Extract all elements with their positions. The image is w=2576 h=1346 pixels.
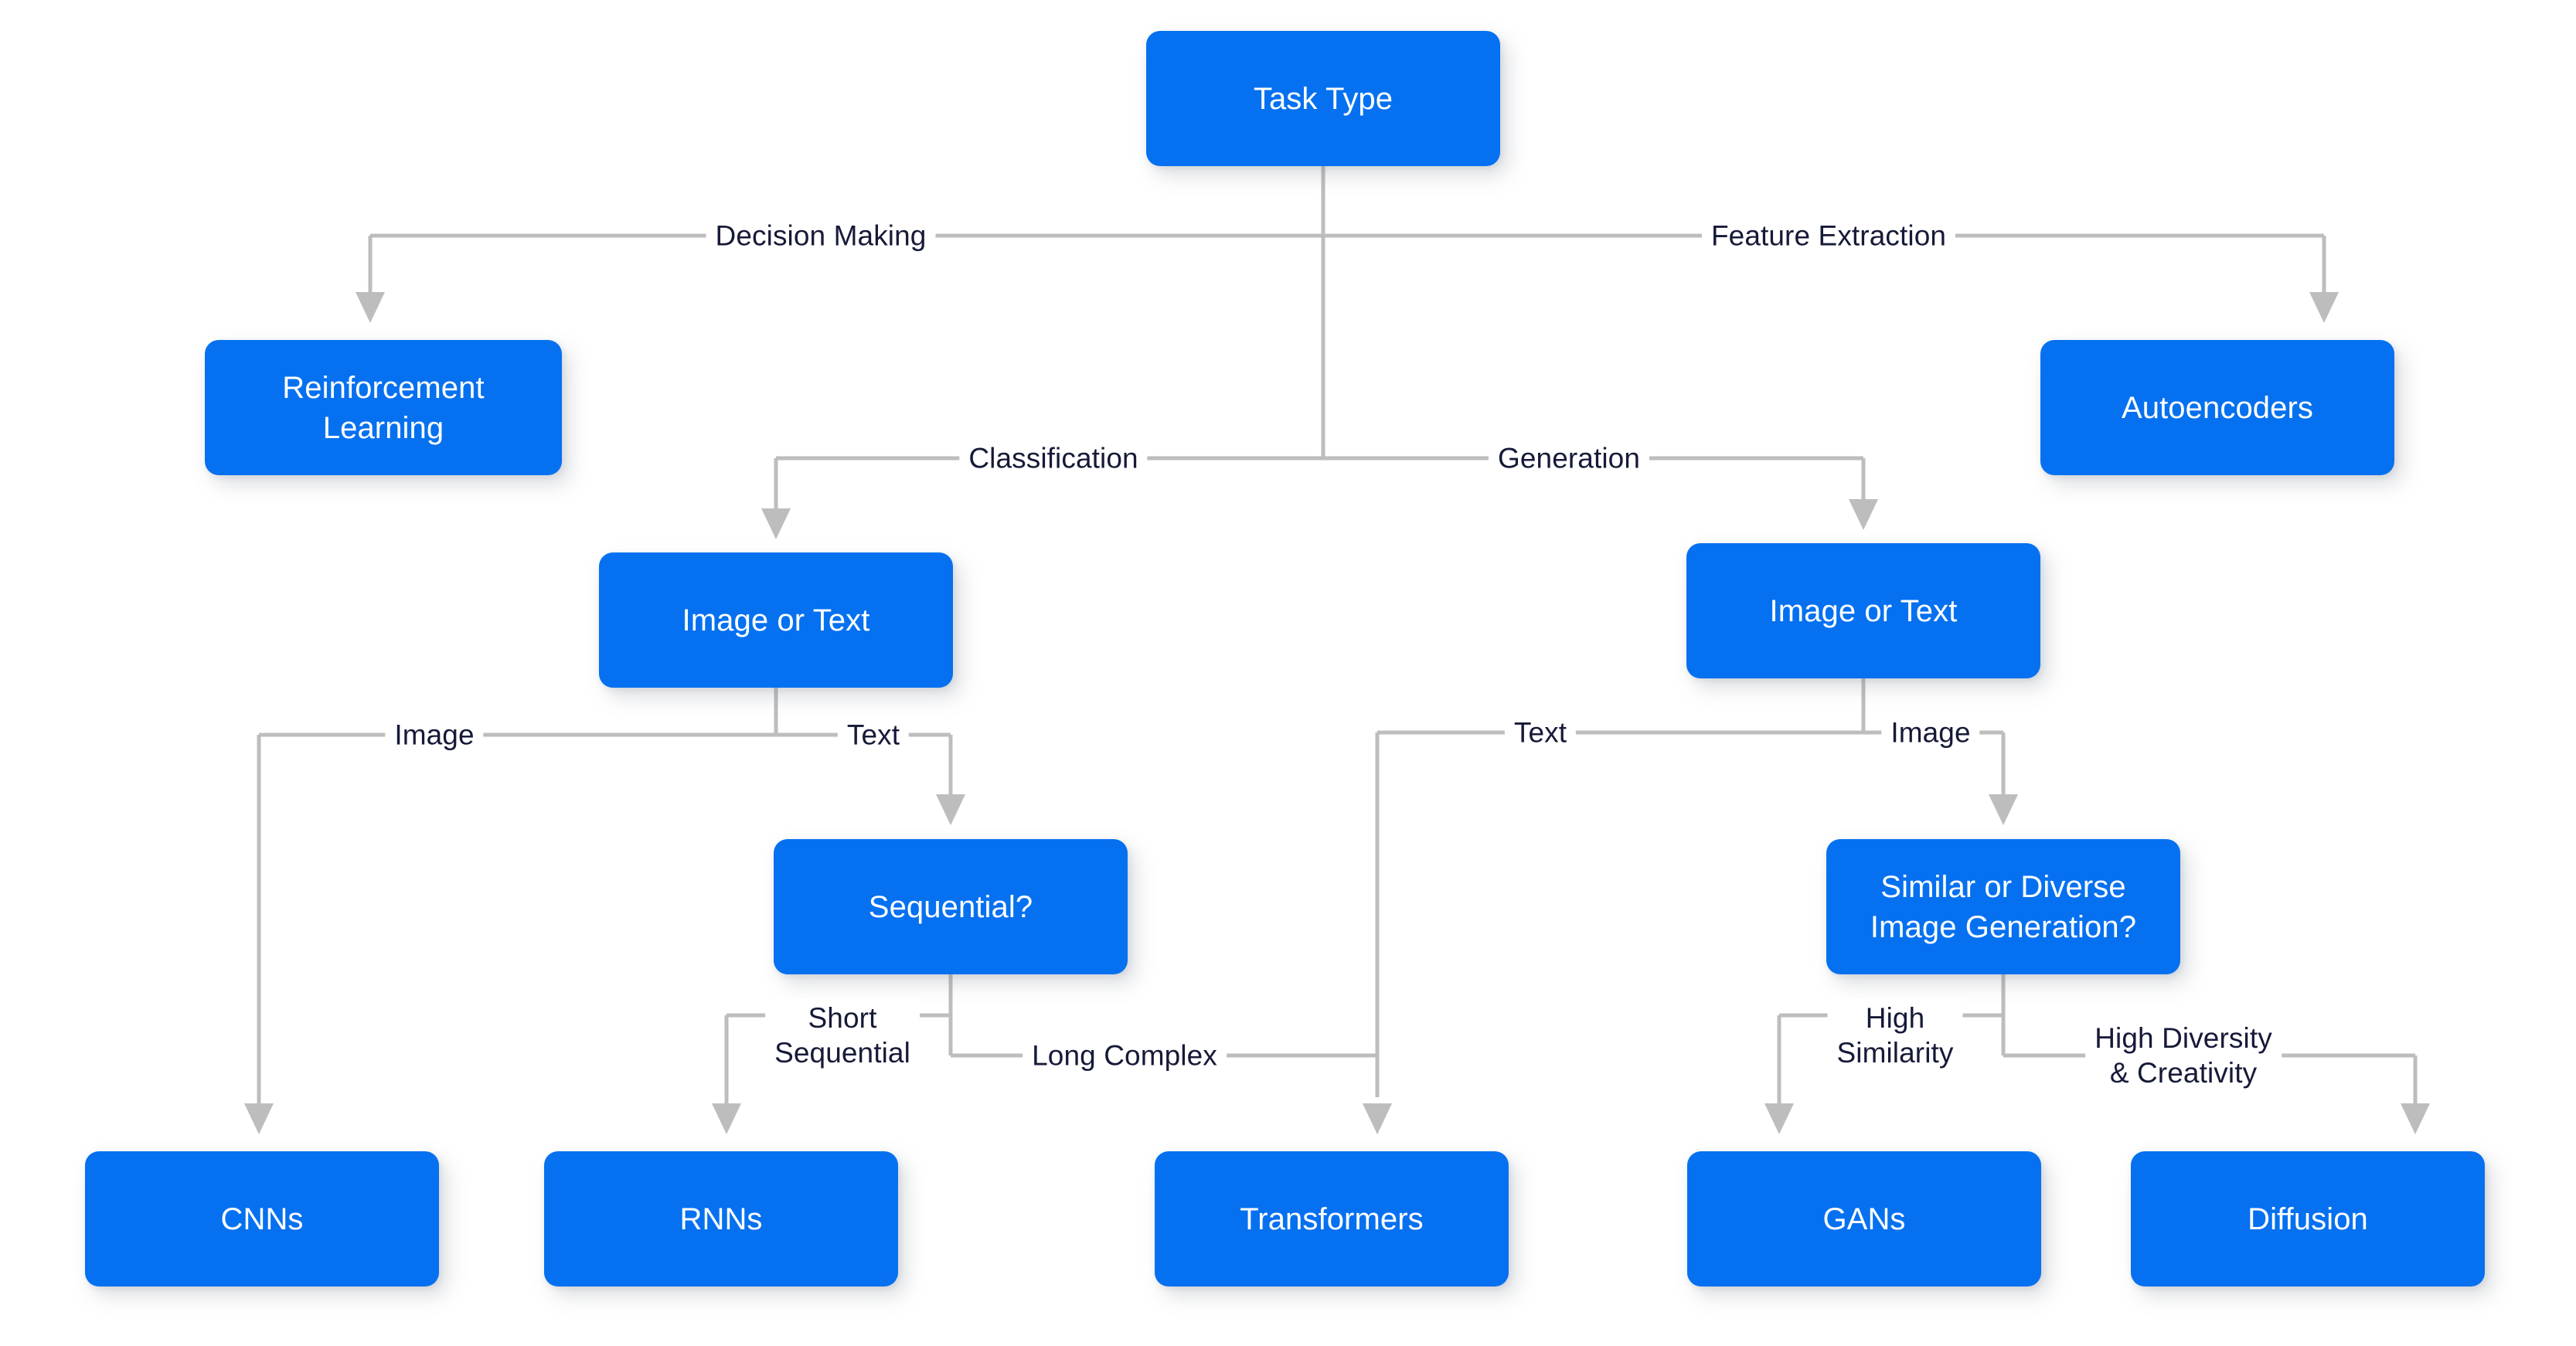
- node-label: Transformers: [1240, 1202, 1424, 1236]
- node-label: Diffusion: [2248, 1202, 2368, 1236]
- node-label: GANs: [1822, 1202, 1906, 1236]
- node-autoencoders[interactable]: Autoencoders: [2040, 340, 2394, 475]
- node-sequential[interactable]: Sequential?: [774, 839, 1128, 974]
- node-label: RNNs: [679, 1202, 763, 1236]
- arrow-to-classification-icon: [761, 508, 791, 539]
- node-diffusion[interactable]: Diffusion: [2131, 1151, 2485, 1287]
- node-label: Similar or Diverse Image Generation?: [1870, 869, 2137, 944]
- arrow-to-sequential-icon: [936, 794, 965, 825]
- edge-label-feature-extraction: Feature Extraction: [1701, 216, 1956, 255]
- edge-label-image-left: Image: [385, 715, 484, 754]
- node-transformers[interactable]: Transformers: [1155, 1151, 1509, 1287]
- node-rnns[interactable]: RNNs: [544, 1151, 898, 1287]
- edge-label-high-similarity: High Similarity: [1827, 998, 1963, 1072]
- edge-label-decision-making: Decision Making: [706, 216, 936, 255]
- connector-layer: [244, 166, 2430, 1134]
- node-label: Sequential?: [868, 889, 1033, 924]
- arrow-to-rnns-icon: [712, 1103, 741, 1134]
- edge-paths: [257, 166, 2418, 1120]
- edge-label-generation: Generation: [1488, 439, 1650, 478]
- arrow-to-transformers-a-icon: [1363, 1103, 1392, 1134]
- edge-label-classification: Classification: [959, 439, 1148, 478]
- arrow-to-gans-icon: [1764, 1103, 1794, 1134]
- node-task-type[interactable]: Task Type: [1146, 31, 1500, 166]
- node-image-or-text-generation[interactable]: Image or Text: [1686, 543, 2040, 678]
- node-label: CNNs: [220, 1202, 304, 1236]
- edge-label-text-right: Text: [1504, 713, 1577, 752]
- arrow-to-similar-icon: [1989, 794, 2018, 825]
- edge-label-long-complex: Long Complex: [1023, 1036, 1227, 1075]
- node-label: Task Type: [1253, 81, 1393, 116]
- edge-label-short-sequential: Short Sequential: [765, 998, 920, 1072]
- arrow-to-reinforcement-icon: [356, 292, 385, 323]
- node-label: Image or Text: [1769, 593, 1958, 628]
- arrow-to-autoencoders-icon: [2309, 292, 2339, 323]
- edge-label-high-diversity: High Diversity & Creativity: [2085, 1018, 2282, 1093]
- edge-label-text-left: Text: [837, 715, 910, 754]
- node-label: Reinforcement Learning: [282, 370, 485, 445]
- node-image-or-text-classification[interactable]: Image or Text: [599, 552, 953, 688]
- arrow-to-diffusion-icon: [2401, 1103, 2430, 1134]
- node-gans[interactable]: GANs: [1687, 1151, 2041, 1287]
- arrow-to-cnns-icon: [244, 1103, 274, 1134]
- arrow-to-transformers-b-icon: [1363, 1103, 1392, 1134]
- node-label: Image or Text: [682, 603, 870, 637]
- flowchart-canvas: Task Type Reinforcement Learning Autoencod…: [0, 0, 2576, 1346]
- node-cnns[interactable]: CNNs: [85, 1151, 439, 1287]
- node-label: Autoencoders: [2121, 390, 2314, 425]
- edge-label-image-right: Image: [1881, 713, 1980, 752]
- node-similar-or-diverse[interactable]: Similar or Diverse Image Generation?: [1826, 839, 2180, 974]
- arrow-to-generation-icon: [1849, 499, 1878, 530]
- node-reinforcement[interactable]: Reinforcement Learning: [205, 340, 562, 475]
